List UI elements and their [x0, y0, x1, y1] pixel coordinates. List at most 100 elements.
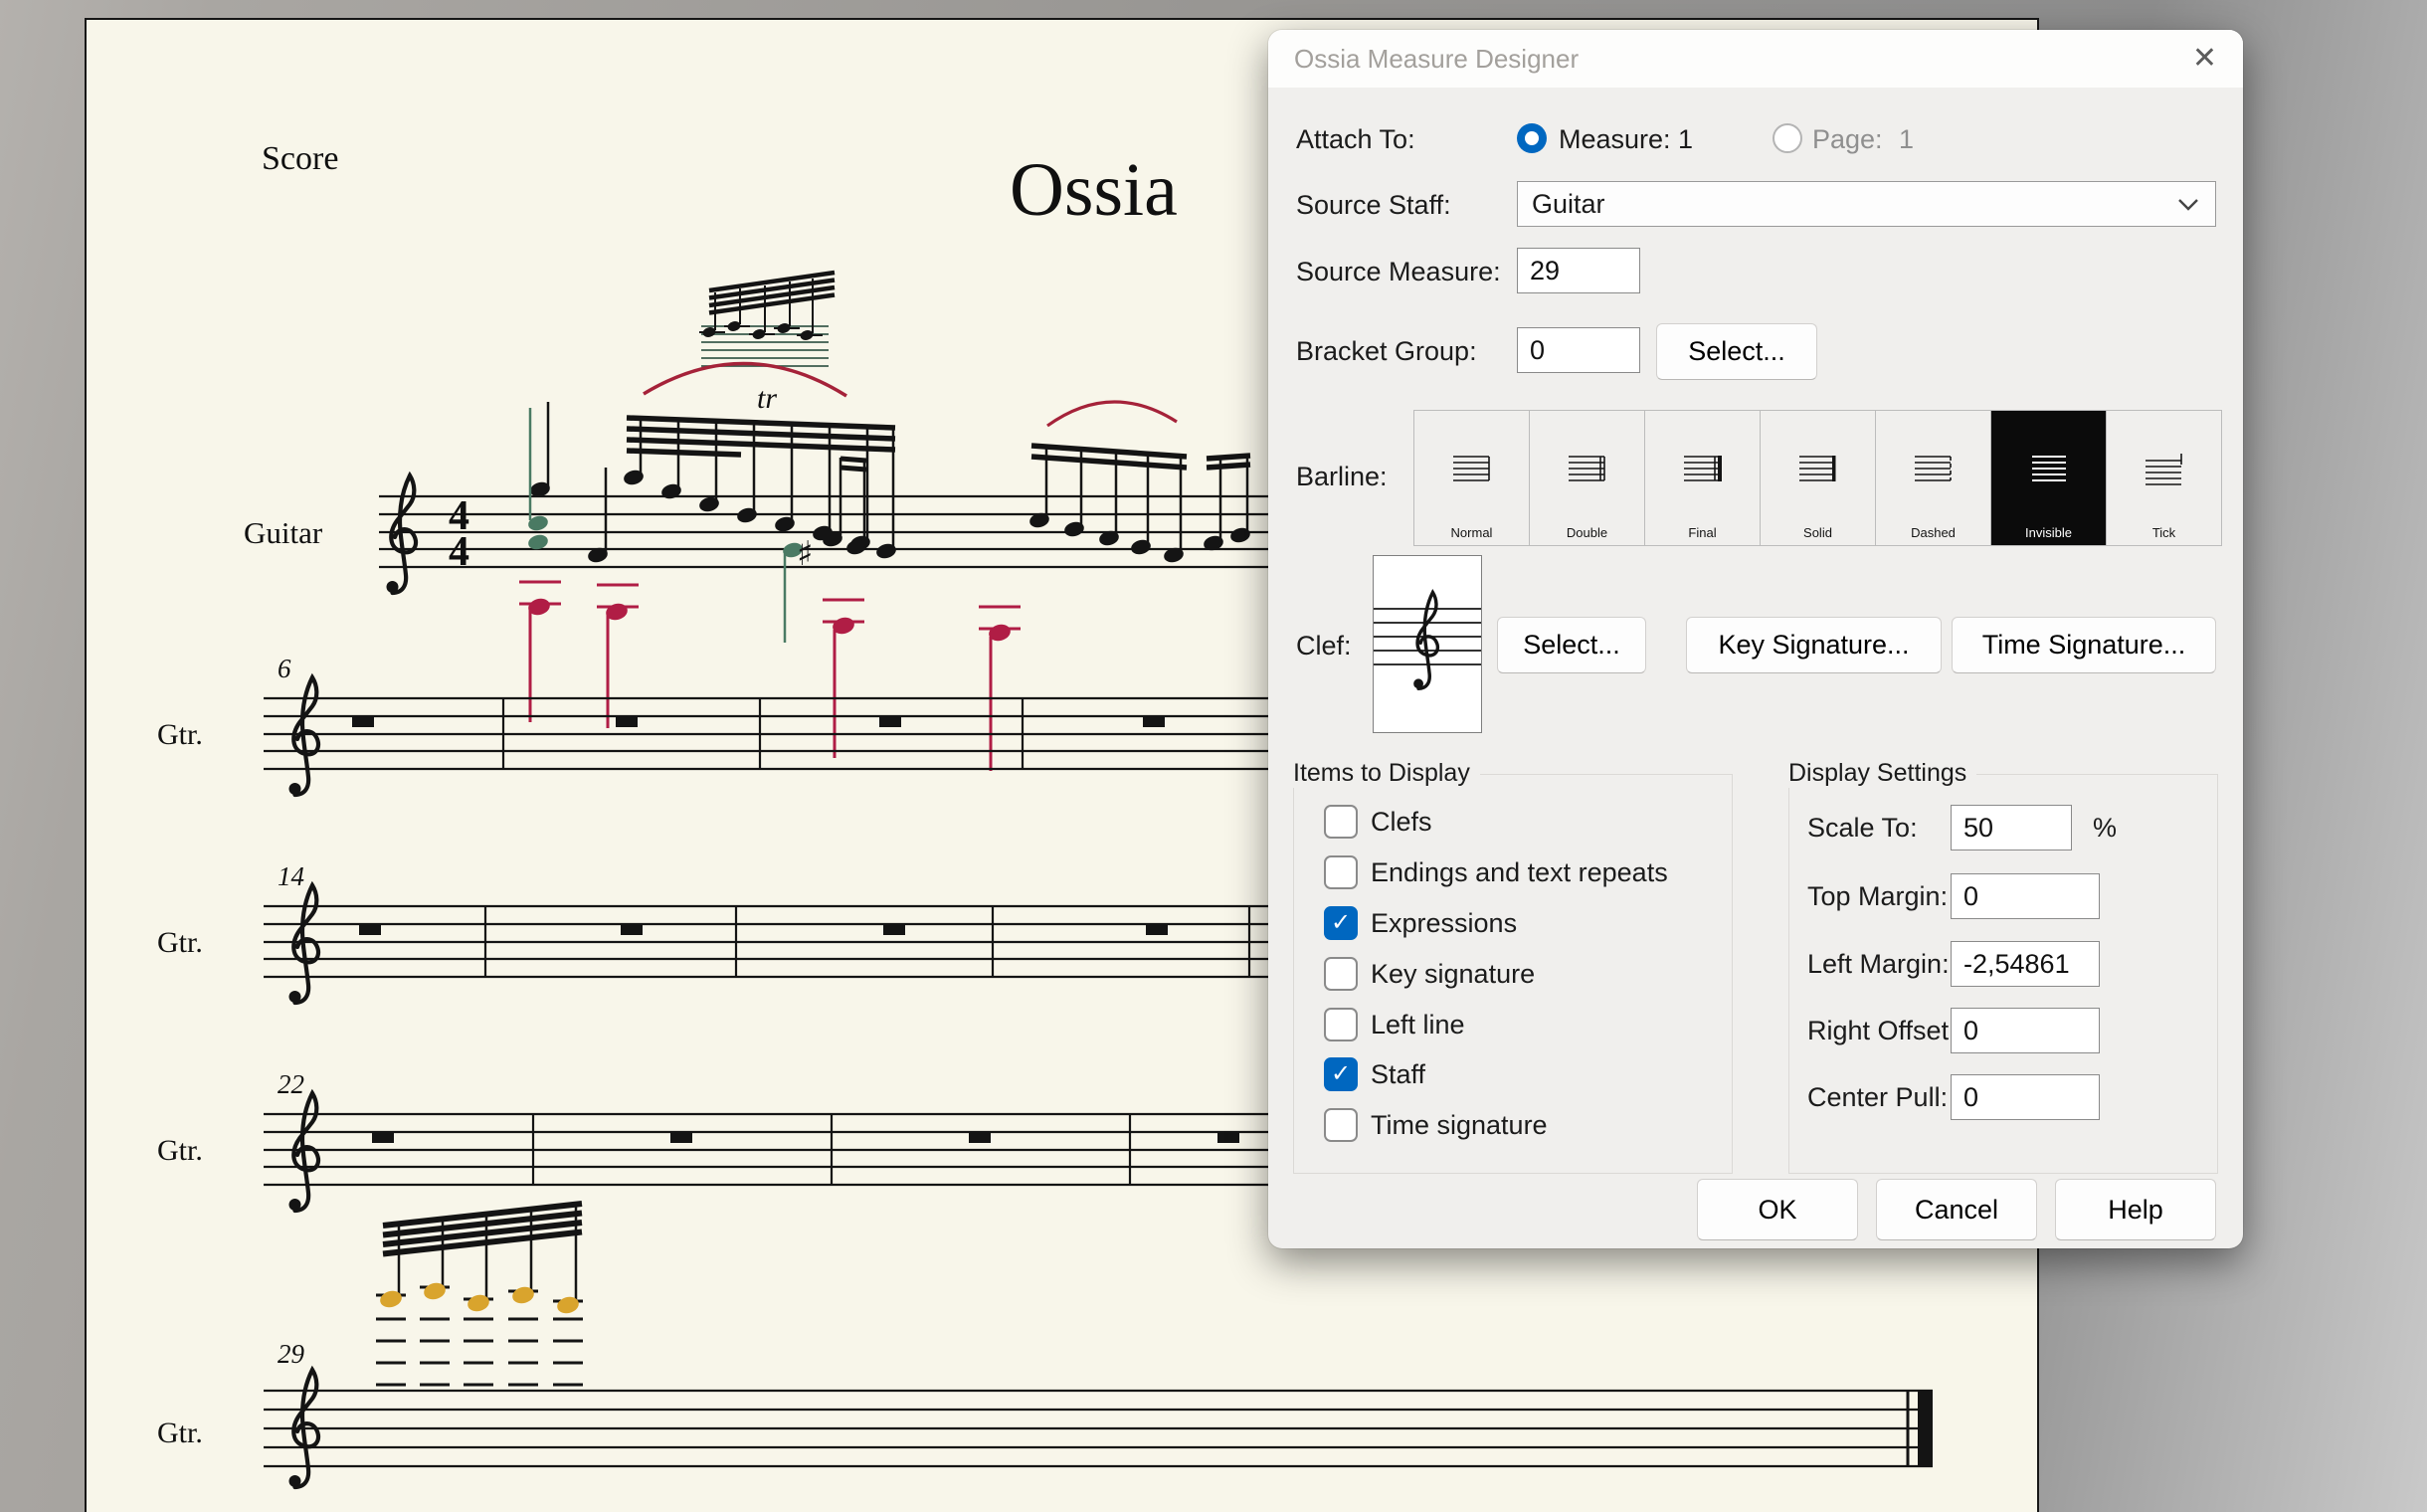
scale-to-input[interactable] — [1951, 805, 2072, 850]
time-signature-checkbox[interactable]: ✓ — [1324, 1108, 1358, 1142]
clef-preview[interactable] — [1373, 555, 1482, 733]
source-staff-value: Guitar — [1532, 189, 1605, 220]
attach-measure-value[interactable]: 1 — [1678, 124, 1693, 155]
treble-clef-icon — [289, 1093, 319, 1211]
staff-label-gtr-3: Gtr. — [157, 1134, 203, 1167]
close-icon[interactable]: ✕ — [2192, 44, 2217, 74]
staff-system-4[interactable]: 22 Gtr. — [157, 1069, 1269, 1211]
slur-trill[interactable] — [644, 363, 846, 396]
barline-dashed-icon — [1911, 453, 1957, 482]
checkbox-row-staff[interactable]: ✓ Staff — [1324, 1057, 1425, 1091]
time-signature-button[interactable]: Time Signature... — [1952, 617, 2216, 673]
checkbox-row-left-line[interactable]: ✓ Left line — [1324, 1008, 1465, 1041]
items-to-display-title: Items to Display — [1293, 759, 1480, 788]
staff-system-3[interactable]: 14 Gtr. — [157, 861, 1269, 1003]
treble-clef-icon — [289, 1370, 319, 1487]
checkbox-row-clefs[interactable]: ✓ Clefs — [1324, 805, 1432, 839]
source-measure-input[interactable] — [1517, 248, 1640, 293]
score-title: Ossia — [1010, 148, 1178, 232]
display-settings-group: Display Settings Scale To: % Top Margin:… — [1788, 774, 2218, 1174]
measure-number-6: 6 — [278, 654, 291, 683]
dialog-titlebar[interactable]: Ossia Measure Designer ✕ — [1268, 30, 2243, 88]
staff-checkbox[interactable]: ✓ — [1324, 1057, 1358, 1091]
left-margin-input[interactable] — [1951, 941, 2100, 987]
time-signature-bottom: 4 — [449, 529, 469, 575]
ossia-measure-designer-dialog: Ossia Measure Designer ✕ Attach To: Meas… — [1268, 30, 2243, 1248]
staff-label-guitar: Guitar — [244, 515, 323, 550]
attach-to-label: Attach To: — [1296, 124, 1415, 155]
barline-normal-icon — [1449, 453, 1495, 482]
help-button[interactable]: Help — [2055, 1179, 2216, 1240]
source-staff-dropdown[interactable]: Guitar — [1517, 181, 2216, 227]
treble-clef-icon — [1413, 592, 1437, 688]
key-signature-checkbox[interactable]: ✓ — [1324, 957, 1358, 991]
center-pull-input[interactable] — [1951, 1074, 2100, 1120]
measure-number-22: 22 — [278, 1069, 304, 1099]
checkbox-row-key-signature[interactable]: ✓ Key signature — [1324, 957, 1535, 991]
barline-options: Normal Double Final Solid — [1413, 410, 2221, 546]
beam-group-2[interactable] — [1028, 446, 1252, 564]
treble-clef-icon — [289, 885, 319, 1003]
source-staff-label: Source Staff: — [1296, 190, 1451, 221]
left-line-checkbox[interactable]: ✓ — [1324, 1008, 1358, 1041]
score-header: Score — [262, 140, 338, 177]
checkbox-row-endings[interactable]: ✓ Endings and text repeats — [1324, 855, 1668, 889]
barline-final-tile[interactable]: Final — [1644, 410, 1761, 546]
clef-label: Clef: — [1296, 631, 1352, 662]
final-barline — [1918, 1391, 1933, 1466]
barline-dashed-tile[interactable]: Dashed — [1875, 410, 1991, 546]
dialog-title: Ossia Measure Designer — [1294, 44, 1579, 75]
endings-checkbox[interactable]: ✓ — [1324, 855, 1358, 889]
display-settings-title: Display Settings — [1788, 759, 1976, 788]
left-margin-label: Left Margin: — [1807, 949, 1950, 980]
measure-number-29: 29 — [278, 1339, 305, 1369]
attach-page-radio[interactable] — [1773, 123, 1802, 153]
expressions-checkbox[interactable]: ✓ — [1324, 906, 1358, 940]
barline-normal-tile[interactable]: Normal — [1413, 410, 1530, 546]
top-margin-input[interactable] — [1951, 873, 2100, 919]
barline-invisible-icon — [2026, 453, 2072, 482]
right-offset-input[interactable] — [1951, 1008, 2100, 1053]
slur-2[interactable] — [1047, 402, 1177, 426]
beam-group-1[interactable] — [623, 418, 898, 560]
barline-double-tile[interactable]: Double — [1529, 410, 1645, 546]
ok-button[interactable]: OK — [1697, 1179, 1858, 1240]
cancel-button[interactable]: Cancel — [1876, 1179, 2037, 1240]
bracket-group-input[interactable] — [1517, 327, 1640, 373]
right-offset-label: Right Offset: — [1807, 1016, 1957, 1046]
clef-select-button[interactable]: Select... — [1497, 617, 1646, 673]
attach-measure-radio[interactable] — [1517, 123, 1547, 153]
items-to-display-group: Items to Display ✓ Clefs ✓ Endings and t… — [1293, 774, 1733, 1174]
barline-tick-tile[interactable]: Tick — [2106, 410, 2222, 546]
scale-to-suffix: % — [2093, 813, 2117, 844]
barline-tick-icon — [2142, 453, 2187, 486]
barline-solid-tile[interactable]: Solid — [1760, 410, 1876, 546]
scale-to-label: Scale To: — [1807, 813, 1918, 844]
attach-page-value: 1 — [1899, 124, 1914, 155]
staff-label-gtr-4: Gtr. — [157, 1417, 203, 1449]
trill-mark[interactable]: tr — [757, 382, 777, 415]
ossia-mini-measure[interactable] — [699, 273, 835, 366]
barline-double-icon — [1565, 453, 1610, 482]
chevron-down-icon — [2177, 198, 2199, 211]
gold-beam-group[interactable] — [376, 1204, 583, 1385]
clefs-checkbox[interactable]: ✓ — [1324, 805, 1358, 839]
staff-system-5[interactable]: 29 Gtr. — [157, 1339, 1933, 1487]
barline-invisible-tile[interactable]: Invisible — [1990, 410, 2107, 546]
staff-label-gtr-1: Gtr. — [157, 718, 203, 751]
staff-label-gtr-2: Gtr. — [157, 926, 203, 959]
top-margin-label: Top Margin: — [1807, 881, 1948, 912]
staff-system-2[interactable]: 6 Gtr. — [157, 654, 1269, 795]
treble-clef-icon — [289, 677, 319, 795]
barline-solid-icon — [1795, 453, 1841, 482]
center-pull-label: Center Pull: — [1807, 1082, 1948, 1113]
barline-label: Barline: — [1296, 462, 1388, 492]
checkbox-row-time-signature[interactable]: ✓ Time signature — [1324, 1108, 1548, 1142]
measure-number-14: 14 — [278, 861, 304, 891]
key-signature-button[interactable]: Key Signature... — [1686, 617, 1942, 673]
crimson-notes[interactable] — [519, 582, 1021, 771]
svg-text:♯: ♯ — [797, 534, 813, 574]
chord-teal[interactable] — [527, 402, 552, 551]
checkbox-row-expressions[interactable]: ✓ Expressions — [1324, 906, 1517, 940]
bracket-group-select-button[interactable]: Select... — [1656, 323, 1817, 380]
